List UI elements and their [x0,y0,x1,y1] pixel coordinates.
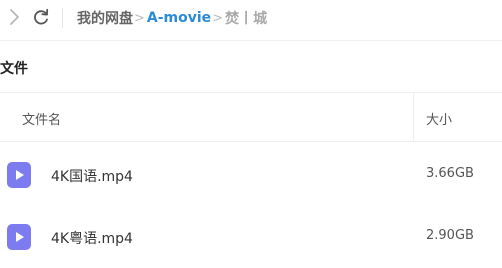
column-header-name[interactable]: 文件名 [22,109,61,128]
breadcrumb-separator: > [134,10,145,26]
table-header: 文件名 大小 [0,92,502,142]
breadcrumb-root[interactable]: 我的网盘 [77,8,133,28]
breadcrumb: 我的网盘 > A-movie > 焚丨城 [77,8,267,28]
refresh-button[interactable] [30,6,52,28]
top-toolbar: 我的网盘 > A-movie > 焚丨城 [0,0,502,41]
breadcrumb-folder[interactable]: A-movie [147,10,211,26]
table-row[interactable]: 4K国语.mp4 3.66GB [0,144,502,206]
section-title: 文件 [0,61,28,77]
column-header-size[interactable]: 大小 [426,109,452,128]
file-size: 3.66GB [426,166,474,181]
breadcrumb-separator: > [212,10,224,26]
back-button[interactable] [3,6,25,28]
column-divider[interactable] [413,93,414,141]
video-file-icon [7,224,31,250]
refresh-icon [34,8,49,25]
chevron-left-icon [10,9,19,25]
table-row[interactable]: 4K粤语.mp4 2.90GB [0,206,502,268]
video-file-icon [7,162,31,188]
file-size: 2.90GB [426,228,474,243]
toolbar-divider [62,8,63,28]
file-name[interactable]: 4K国语.mp4 [51,166,133,186]
file-name[interactable]: 4K粤语.mp4 [51,228,133,248]
breadcrumb-current: 焚丨城 [225,11,268,27]
